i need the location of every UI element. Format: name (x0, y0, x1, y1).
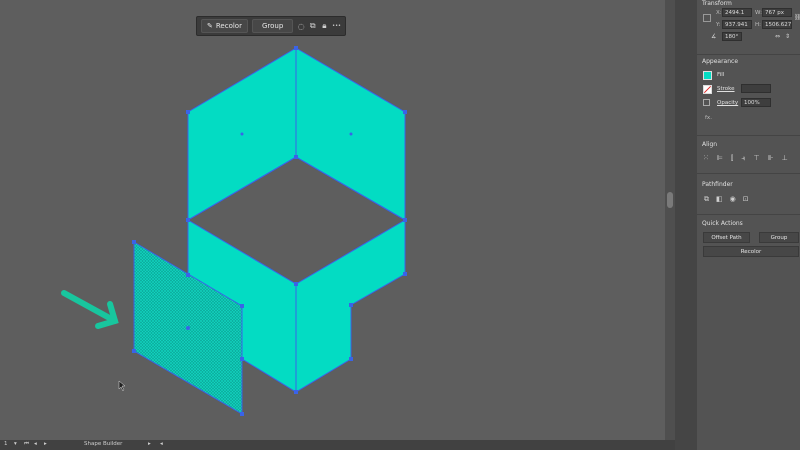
minus-front-icon[interactable]: ◧ (716, 195, 723, 204)
fill-label: Fill (717, 72, 725, 78)
group-quick-button[interactable]: Group (759, 232, 799, 243)
unite-icon[interactable]: ⧉ (704, 195, 709, 204)
align-buttons: ⁙ ⊫ ⫿ ⫣ ⊤ ⊪ ⊥ (703, 154, 788, 163)
exclude-icon[interactable]: ⊡ (743, 195, 749, 204)
opacity-label[interactable]: Opacity (717, 100, 738, 106)
stroke-weight-field[interactable] (741, 84, 771, 93)
angle-icon: ∡ (711, 33, 717, 40)
status-bar: 1 ▾ ⏮ ◂ ▸ Shape Builder ▸ ◂ (0, 440, 675, 450)
fx-button[interactable]: fx. (705, 115, 712, 121)
stroke-label[interactable]: Stroke (717, 86, 735, 92)
link-icon[interactable]: ⛓ (794, 14, 800, 21)
prev-artboard-icon[interactable]: ◂ (34, 441, 37, 447)
cursor-icon (118, 380, 126, 392)
scroll-thumb[interactable] (667, 192, 673, 208)
properties-panel: Transform X: 2494.1 px W: 767 px Y: 937.… (697, 0, 800, 450)
x-field[interactable]: 2494.1 px (722, 8, 752, 25)
zoom-field[interactable]: 1 (4, 441, 8, 447)
current-tool-label: Shape Builder (84, 441, 123, 447)
reference-point-icon[interactable] (703, 14, 711, 22)
artboard-canvas[interactable]: ✎ Recolor Group ◌ ⧉ 🔒︎ ••• (0, 0, 665, 440)
flip-horizontal-icon[interactable]: ⇔ (775, 33, 780, 40)
fill-swatch[interactable] (703, 71, 712, 80)
transform-icon[interactable]: ◌ (297, 21, 305, 31)
panel-divider (675, 0, 697, 450)
artwork[interactable] (0, 0, 665, 440)
intersect-icon[interactable]: ◉ (730, 195, 736, 204)
flip-vertical-icon[interactable]: ⇕ (785, 33, 790, 40)
group-label: Group (261, 22, 284, 30)
align-left-icon[interactable]: ⊫ (717, 154, 723, 163)
opacity-icon (703, 99, 710, 106)
vertical-scrollbar[interactable] (665, 0, 675, 440)
h-label: H: (755, 22, 761, 28)
separator (697, 54, 800, 55)
offset-path-button[interactable]: Offset Path (703, 232, 750, 243)
transform-title: Transform (702, 0, 732, 7)
y-label: Y: (716, 22, 721, 28)
stroke-swatch[interactable] (703, 85, 712, 94)
arrow-icon (61, 290, 119, 329)
contextual-task-bar: ✎ Recolor Group ◌ ⧉ 🔒︎ ••• (196, 16, 346, 36)
align-top-icon[interactable]: ⊤ (753, 154, 759, 163)
zoom-dropdown-icon[interactable]: ▾ (14, 441, 17, 447)
quick-actions-title: Quick Actions (702, 220, 743, 227)
separator (697, 173, 800, 174)
duplicate-icon[interactable]: ⧉ (309, 21, 317, 31)
recolor-icon: ✎ (207, 22, 213, 30)
align-bottom-icon[interactable]: ⊥ (782, 154, 788, 163)
align-vcenter-icon[interactable]: ⊪ (768, 154, 774, 163)
h-field[interactable]: 1506.627 (762, 20, 792, 29)
w-label: W: (755, 10, 762, 16)
illustrator-window: ✎ Recolor Group ◌ ⧉ 🔒︎ ••• Transform X: … (0, 0, 800, 450)
recolor-label: Recolor (215, 22, 242, 30)
appearance-title: Appearance (702, 58, 739, 65)
separator (697, 135, 800, 136)
next-artboard-icon[interactable]: ▸ (44, 441, 47, 447)
first-artboard-icon[interactable]: ⏮ (24, 441, 29, 448)
angle-field[interactable]: 180° (722, 32, 742, 41)
more-options-icon[interactable]: ••• (332, 21, 341, 31)
status-menu-icon[interactable]: ▸ (148, 441, 151, 447)
separator (697, 214, 800, 215)
status-left-arrow-icon[interactable]: ◂ (160, 441, 163, 447)
align-to-icon[interactable]: ⁙ (703, 154, 709, 163)
w-field[interactable]: 767 px (762, 8, 792, 17)
x-label: X: (716, 10, 722, 16)
pathfinder-buttons: ⧉ ◧ ◉ ⊡ (704, 195, 749, 204)
lock-icon[interactable]: 🔒︎ (321, 21, 329, 31)
group-button[interactable]: Group (251, 19, 294, 33)
y-field[interactable]: 937.941 p (722, 20, 752, 37)
recolor-quick-button[interactable]: Recolor (703, 246, 799, 257)
recolor-button[interactable]: ✎ Recolor (201, 19, 248, 33)
align-hcenter-icon[interactable]: ⫿ (731, 154, 733, 163)
align-right-icon[interactable]: ⫣ (741, 154, 745, 163)
opacity-field[interactable]: 100% (741, 98, 771, 107)
align-title: Align (702, 141, 718, 148)
pathfinder-title: Pathfinder (702, 181, 733, 188)
